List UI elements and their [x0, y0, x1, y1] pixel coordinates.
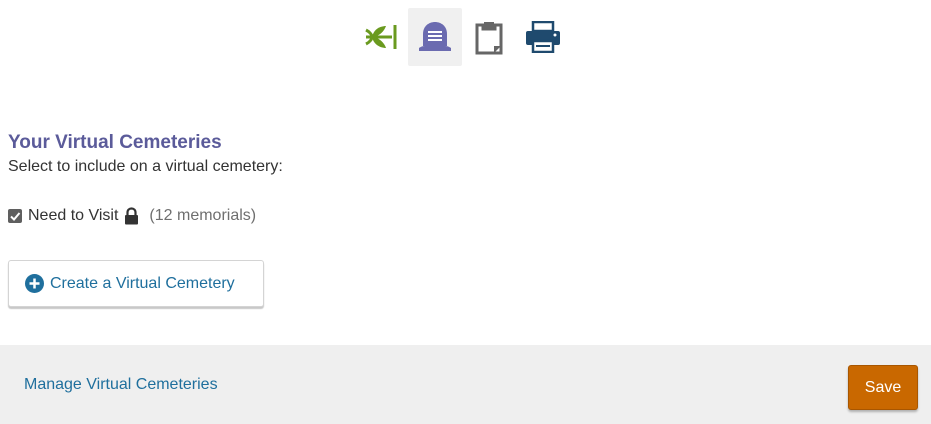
- memorial-count: (12 memorials): [149, 207, 257, 224]
- include-checkbox[interactable]: [8, 209, 22, 223]
- plus-circle-icon: [25, 274, 44, 293]
- headstone-icon: [417, 20, 453, 54]
- section-subtitle: Select to include on a virtual cemetery:: [8, 158, 283, 175]
- clipboard-tool-button[interactable]: [462, 8, 516, 66]
- virtual-cemetery-name: Need to Visit: [28, 207, 119, 224]
- toolbar: [354, 8, 570, 66]
- section-title: Your Virtual Cemeteries: [8, 132, 222, 153]
- manage-virtual-cemeteries-link[interactable]: Manage Virtual Cemeteries: [24, 376, 218, 394]
- headstone-tool-button[interactable]: [408, 8, 462, 66]
- create-virtual-cemetery-label: Create a Virtual Cemetery: [50, 274, 235, 292]
- leaf-icon: [362, 22, 400, 52]
- checkmark-icon: [10, 212, 21, 221]
- printer-tool-button[interactable]: [516, 8, 570, 66]
- virtual-cemetery-item[interactable]: Need to Visit (12 memorials): [8, 205, 256, 227]
- footer-bar: Manage Virtual Cemeteries Save: [0, 345, 931, 424]
- lock-icon: [124, 207, 139, 225]
- save-button[interactable]: Save: [848, 365, 918, 410]
- clipboard-icon: [474, 19, 504, 55]
- create-virtual-cemetery-button[interactable]: Create a Virtual Cemetery: [8, 260, 264, 307]
- leaf-tool-button[interactable]: [354, 8, 408, 66]
- printer-icon: [524, 21, 562, 53]
